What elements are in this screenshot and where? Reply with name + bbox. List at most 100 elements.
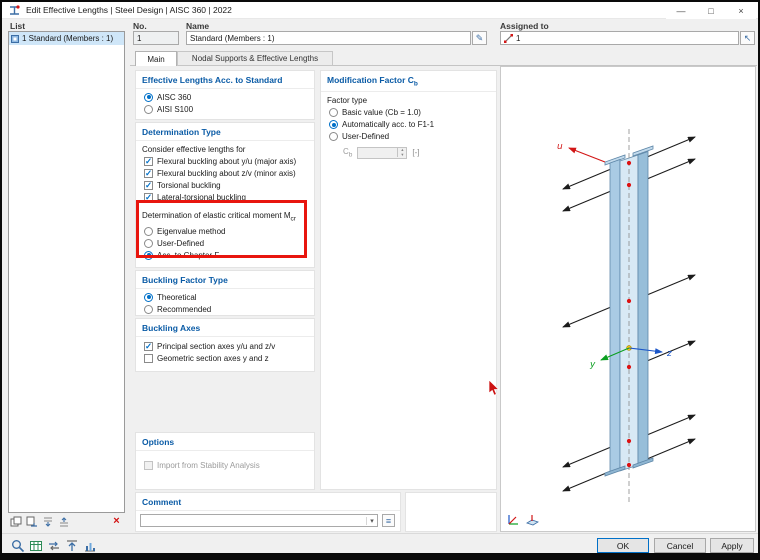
checkbox-icon[interactable] [144, 460, 153, 470]
spin-down-icon[interactable]: ▾ [398, 152, 406, 158]
checkbox-icon[interactable]: ✓ [144, 156, 153, 166]
apply-button[interactable]: Apply [710, 538, 754, 553]
apply-to-all-button[interactable] [64, 538, 80, 553]
assigned-value: 1 [516, 33, 521, 43]
subtitle-text: Consider effective lengths for [142, 144, 246, 154]
checkbox-label: Flexural buckling about z/v (minor axis) [157, 168, 296, 178]
work-plane-icon[interactable] [525, 513, 539, 528]
determination-title: Determination Type [136, 123, 314, 141]
radio-icon[interactable] [144, 250, 153, 260]
factor-type-label: Factor type [321, 95, 496, 107]
maximize-button[interactable]: □ [696, 2, 726, 19]
close-icon: × [738, 5, 744, 16]
radio-label: Basic value (Cb = 1.0) [342, 108, 421, 118]
zoom-button[interactable] [10, 538, 26, 553]
checkbox-label: Principal section axes y/u and z/v [157, 341, 276, 351]
checkbox-label: Import from Stability Analysis [157, 460, 260, 470]
checkbox-icon[interactable]: ✓ [144, 192, 153, 202]
axis-y-label: y [589, 360, 596, 370]
window-title: Edit Effective Lengths | Steel Design | … [26, 5, 232, 15]
section-buckling-factor: Buckling Factor Type Theoretical Recomme… [135, 270, 315, 316]
radio-icon[interactable] [144, 226, 153, 236]
ok-button[interactable]: OK [597, 538, 649, 553]
result-diagram-button[interactable] [82, 538, 98, 553]
radio-label: Acc. to Chapter F [157, 250, 220, 260]
comment-list-button[interactable]: ≡ [382, 514, 395, 527]
radio-icon[interactable] [329, 120, 338, 130]
list-label: List [10, 21, 26, 31]
no-value: 1 [137, 33, 142, 43]
delete-icon: × [113, 514, 120, 527]
import-icon[interactable] [42, 516, 54, 530]
radio-automatically-f1-1[interactable]: Automatically acc. to F1-1 [321, 119, 496, 131]
radio-mcr-user-defined[interactable]: User-Defined [136, 237, 314, 249]
tab-nodal-supports-label: Nodal Supports & Effective Lengths [191, 54, 319, 63]
transfer-button[interactable] [46, 538, 62, 553]
checkbox-icon[interactable]: ✓ [144, 180, 153, 190]
radio-icon[interactable] [144, 238, 153, 248]
delete-item-button[interactable]: × [110, 514, 123, 527]
radio-recommended[interactable]: Recommended [136, 303, 314, 315]
radio-acc-chapter-f[interactable]: Acc. to Chapter F [136, 249, 314, 261]
options-title: Options [136, 433, 314, 451]
export-icon[interactable] [58, 516, 70, 530]
radio-aisc-360[interactable]: AISC 360 [136, 91, 314, 103]
checkbox-lateral-torsional[interactable]: ✓ Lateral-torsional buckling [136, 191, 314, 203]
table-view-button[interactable] [28, 538, 44, 553]
consider-effective-lengths-label: Consider effective lengths for [136, 143, 314, 155]
radio-icon[interactable] [144, 104, 153, 114]
checkbox-flexural-zv[interactable]: ✓ Flexural buckling about z/v (minor axi… [136, 167, 314, 179]
section-modification-factor: Modification Factor Cb Factor type Basic… [320, 70, 497, 490]
axes-display-icon[interactable] [506, 513, 520, 528]
cb-input[interactable]: ▴ ▾ [357, 146, 408, 159]
section-determination-type: Determination Type Consider effective le… [135, 122, 315, 268]
cb-title-text: Modification Factor C [327, 75, 414, 85]
radio-aisi-s100[interactable]: AISI S100 [136, 103, 314, 115]
list-box[interactable]: 1 Standard (Members : 1) [8, 31, 125, 513]
checkbox-icon[interactable] [144, 353, 153, 363]
radio-icon[interactable] [329, 132, 338, 142]
model-viewport-canvas[interactable]: y z u [501, 67, 755, 531]
dropdown-arrow-icon[interactable]: ▾ [366, 516, 377, 525]
comment-combobox[interactable]: ▾ [140, 514, 378, 527]
radio-basic-value[interactable]: Basic value (Cb = 1.0) [321, 107, 496, 119]
buckling-axes-title: Buckling Axes [136, 319, 314, 337]
member-icon [504, 33, 513, 43]
radio-icon[interactable] [144, 92, 153, 102]
close-button[interactable]: × [726, 2, 756, 19]
tab-nodal-supports[interactable]: Nodal Supports & Effective Lengths [177, 51, 333, 66]
titlebar[interactable]: Edit Effective Lengths | Steel Design | … [2, 2, 758, 19]
checkbox-icon[interactable]: ✓ [144, 168, 153, 178]
checkbox-geometric-axes[interactable]: Geometric section axes y and z [136, 352, 314, 364]
model-viewport[interactable]: y z u [500, 66, 756, 532]
radio-eigenvalue-method[interactable]: Eigenvalue method [136, 225, 314, 237]
radio-icon[interactable] [144, 292, 153, 302]
radio-icon[interactable] [329, 108, 338, 118]
tab-main[interactable]: Main [135, 51, 177, 66]
list-item-label: 1 Standard (Members : 1) [22, 34, 114, 43]
radio-cb-user-defined[interactable]: User-Defined [321, 131, 496, 143]
checkbox-icon[interactable]: ✓ [144, 341, 153, 351]
assigned-field[interactable]: 1 [500, 31, 739, 45]
copy-item-icon[interactable] [26, 516, 38, 530]
no-field[interactable]: 1 [133, 31, 179, 45]
radio-theoretical[interactable]: Theoretical [136, 291, 314, 303]
name-field[interactable]: Standard (Members : 1) [186, 31, 471, 45]
edit-icon: ✎ [475, 32, 484, 43]
pick-in-model-button[interactable]: ↖ [740, 31, 755, 45]
minimize-button[interactable]: — [666, 2, 696, 19]
spinner[interactable]: ▴ ▾ [397, 148, 406, 158]
rename-button[interactable]: ✎ [472, 31, 487, 45]
new-item-icon[interactable] [10, 516, 22, 530]
checkbox-import-stability[interactable]: Import from Stability Analysis [136, 459, 314, 471]
name-value: Standard (Members : 1) [190, 33, 275, 43]
checkbox-principal-axes[interactable]: ✓ Principal section axes y/u and z/v [136, 340, 314, 352]
list-item[interactable]: 1 Standard (Members : 1) [9, 32, 124, 45]
footer-separator [2, 533, 758, 534]
section-standard: Effective Lengths Acc. to Standard AISC … [135, 70, 315, 120]
checkbox-torsional[interactable]: ✓ Torsional buckling [136, 179, 314, 191]
radio-icon[interactable] [144, 304, 153, 314]
dialog-window: Edit Effective Lengths | Steel Design | … [0, 0, 760, 560]
checkbox-flexural-yu[interactable]: ✓ Flexural buckling about y/u (major axi… [136, 155, 314, 167]
cancel-button[interactable]: Cancel [654, 538, 706, 553]
